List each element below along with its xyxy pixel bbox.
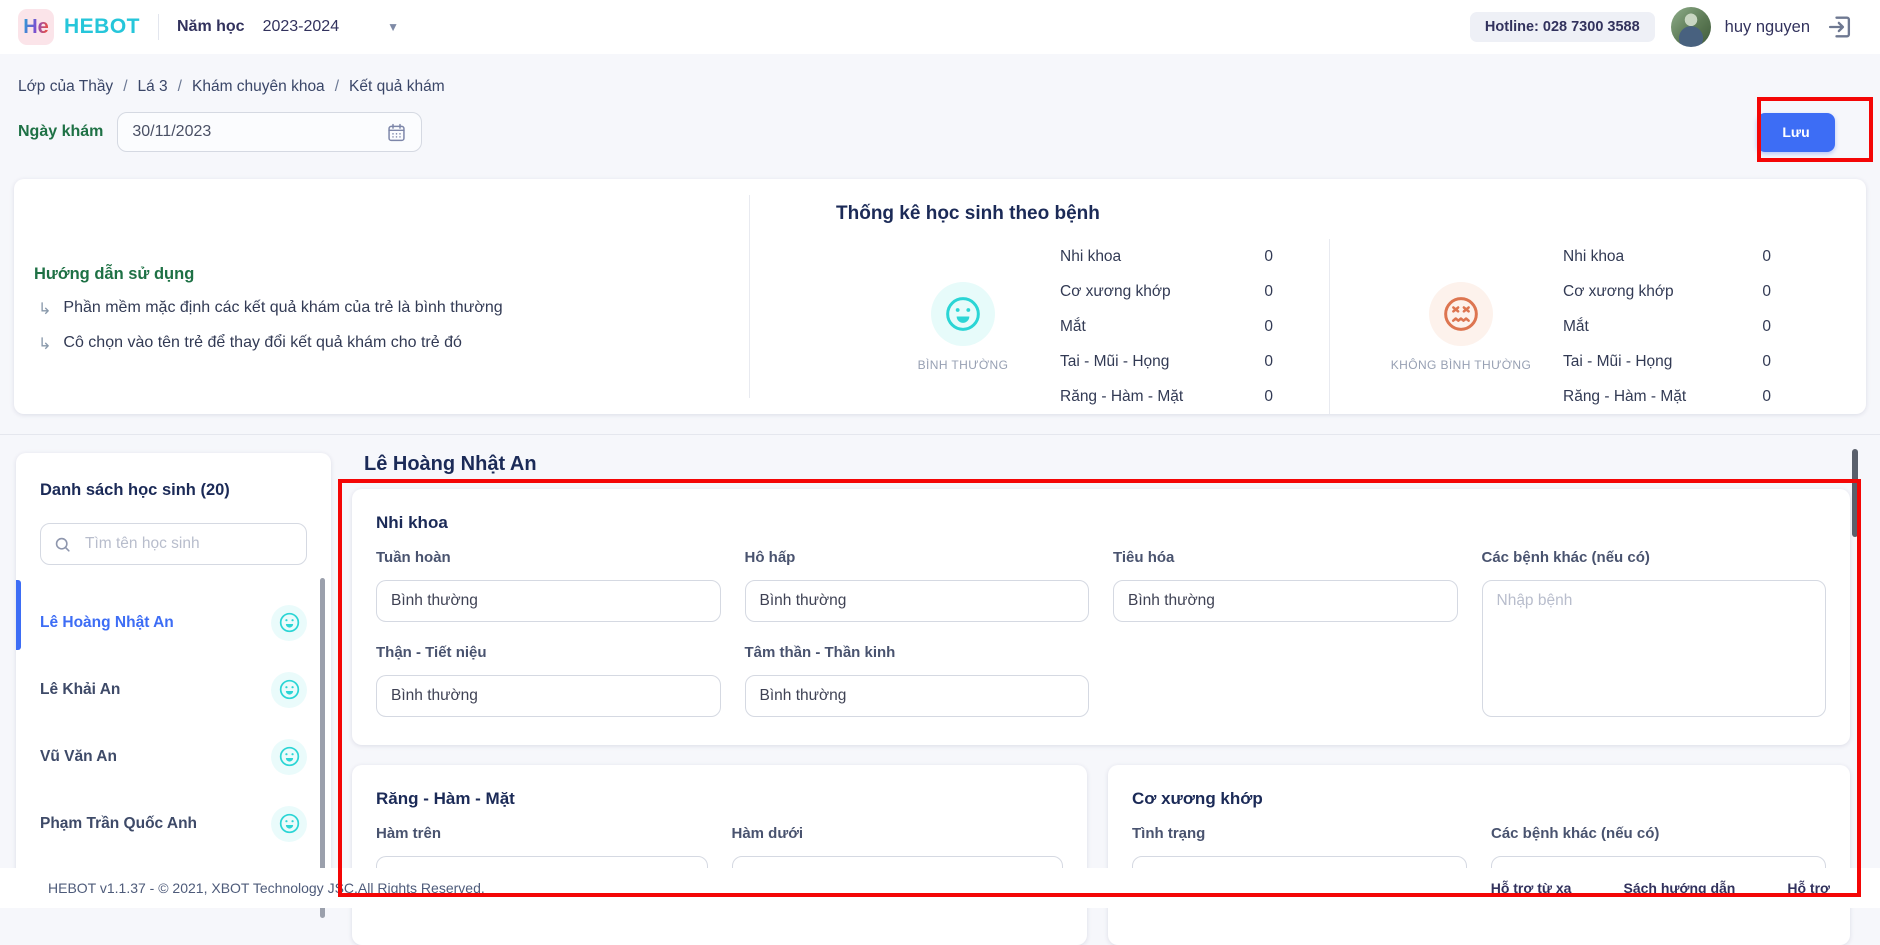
abnormal-label: KHÔNG BÌNH THƯỜNG — [1391, 358, 1531, 372]
ho-hap-input[interactable] — [745, 580, 1090, 622]
guide-item-text: Cô chọn vào tên trẻ để thay đổi kết quả … — [63, 334, 461, 354]
exam-date-label: Ngày khám — [18, 123, 103, 141]
footer: HEBOT v1.1.37 - © 2021, XBOT Technology … — [0, 868, 1880, 908]
tieu-hoa-input[interactable] — [1113, 580, 1458, 622]
breadcrumb: Lớp của Thầy / Lá 3 / Khám chuyên khoa /… — [18, 78, 1880, 96]
breadcrumb-item-class[interactable]: Lá 3 — [138, 78, 168, 96]
manual-link[interactable]: Sách hướng dẫn — [1623, 880, 1735, 896]
student-item[interactable]: Vũ Văn An — [40, 723, 307, 790]
year-label: Năm học — [177, 18, 245, 36]
field-tam-than-than-kinh: Tâm thần - Thần kinh — [745, 644, 1090, 717]
exam-date-field[interactable] — [117, 112, 422, 152]
save-button[interactable]: Lưu — [1757, 113, 1835, 152]
student-item[interactable]: Lê Hoàng Nhật An — [40, 589, 307, 656]
return-arrow-icon: ↳ — [38, 299, 51, 319]
usage-guide: Hướng dẫn sử dụng ↳ Phần mềm mặc định cá… — [14, 179, 749, 414]
stat-row: Mắt0 — [1563, 309, 1771, 344]
disease-stats: Thống kê học sinh theo bệnh BÌNH THƯỜNG … — [750, 179, 1866, 414]
than-tiet-nieu-input[interactable] — [376, 675, 721, 717]
cac-benh-khac-textarea[interactable] — [1482, 580, 1827, 717]
frown-face-icon — [1429, 282, 1493, 346]
sidebar-scrollbar[interactable] — [320, 578, 325, 918]
stat-row: Cơ xương khớp0 — [1060, 274, 1273, 309]
breadcrumb-item-current: Kết quả khám — [349, 78, 445, 96]
field-tieu-hoa: Tiêu hóa — [1113, 549, 1458, 622]
co-xuong-khop-card: Cơ xương khớp Tình trạng Các bệnh khác (… — [1108, 765, 1850, 945]
field-cac-benh-khac: Các bệnh khác (nếu có) — [1482, 549, 1827, 717]
student-search-input[interactable] — [85, 535, 294, 553]
student-item[interactable]: Lê Khải An — [40, 656, 307, 723]
hebot-logo-icon: He — [18, 9, 54, 45]
guide-item-text: Phần mềm mặc định các kết quả khám của t… — [63, 299, 502, 319]
school-year-select[interactable]: 2023-2024 ▼ — [263, 18, 399, 36]
hotline-badge: Hotline: 028 7300 3588 — [1470, 12, 1655, 42]
smile-status-icon — [271, 739, 307, 775]
guide-title: Hướng dẫn sử dụng — [34, 265, 749, 284]
breadcrumb-separator: / — [178, 78, 182, 96]
smile-status-icon — [271, 806, 307, 842]
section-title: Cơ xương khớp — [1132, 789, 1826, 809]
field-ho-hap: Hô hấp — [745, 549, 1090, 622]
section-title: Nhi khoa — [376, 513, 1826, 533]
guide-item: ↳ Cô chọn vào tên trẻ để thay đổi kết qu… — [34, 334, 749, 354]
stats-group-abnormal: KHÔNG BÌNH THƯỜNG Nhi khoa0 Cơ xương khớ… — [1330, 239, 1853, 414]
student-search-field[interactable] — [40, 523, 307, 565]
guide-stats-card: Hướng dẫn sử dụng ↳ Phần mềm mặc định cá… — [14, 179, 1866, 414]
smile-status-icon — [271, 672, 307, 708]
guide-item: ↳ Phần mềm mặc định các kết quả khám của… — [34, 299, 749, 319]
calendar-icon[interactable] — [386, 122, 407, 143]
username[interactable]: huy nguyen — [1725, 18, 1810, 37]
stats-group-normal: BÌNH THƯỜNG Nhi khoa0 Cơ xương khớp0 Mắt… — [750, 239, 1329, 414]
chevron-down-icon: ▼ — [387, 20, 399, 34]
active-indicator-bar — [16, 580, 21, 650]
smile-face-icon — [931, 282, 995, 346]
copyright-text: HEBOT v1.1.37 - © 2021, XBOT Technology … — [48, 880, 485, 896]
search-icon — [53, 535, 72, 554]
student-item[interactable]: Phạm Trần Quốc Anh — [40, 790, 307, 857]
student-list-title: Danh sách học sinh (20) — [40, 481, 307, 500]
stats-title: Thống kê học sinh theo bệnh — [836, 203, 1866, 225]
date-toolbar: Ngày khám Lưu — [18, 112, 1862, 152]
support-link[interactable]: Hỗ trợ — [1787, 880, 1830, 896]
tuan-hoan-input[interactable] — [376, 580, 721, 622]
breadcrumb-separator: / — [123, 78, 127, 96]
student-list: Lê Hoàng Nhật An Lê Khải An Vũ Văn An Ph… — [40, 589, 307, 857]
stat-row: Cơ xương khớp0 — [1563, 274, 1771, 309]
stat-row: Răng - Hàm - Mặt0 — [1060, 379, 1273, 414]
exam-date-input[interactable] — [132, 123, 386, 141]
header-divider — [158, 14, 159, 40]
selected-student-name: Lê Hoàng Nhật An — [364, 453, 1850, 476]
stat-row: Răng - Hàm - Mặt0 — [1563, 379, 1771, 414]
tam-than-than-kinh-input[interactable] — [745, 675, 1090, 717]
stat-row: Nhi khoa0 — [1563, 239, 1771, 274]
normal-label: BÌNH THƯỜNG — [918, 358, 1009, 372]
field-than-tiet-nieu: Thận - Tiết niệu — [376, 644, 721, 717]
app-header: He HEBOT Năm học 2023-2024 ▼ Hotline: 02… — [0, 0, 1880, 54]
remote-support-link[interactable]: Hỗ trợ từ xa — [1491, 880, 1572, 896]
rang-ham-mat-card: Răng - Hàm - Mặt Hàm trên Hàm dưới — [352, 765, 1087, 945]
stat-row: Nhi khoa0 — [1060, 239, 1273, 274]
smile-status-icon — [271, 605, 307, 641]
return-arrow-icon: ↳ — [38, 334, 51, 354]
stat-row: Tai - Mũi - Họng0 — [1563, 344, 1771, 379]
breadcrumb-item-specialist-exam[interactable]: Khám chuyên khoa — [192, 78, 325, 96]
breadcrumb-item-class-list[interactable]: Lớp của Thầy — [18, 78, 113, 96]
student-list-panel: Danh sách học sinh (20) Lê Hoàng Nhật An… — [16, 453, 331, 903]
brand-name: HEBOT — [64, 15, 140, 39]
field-tuan-hoan: Tuần hoàn — [376, 549, 721, 622]
breadcrumb-separator: / — [335, 78, 339, 96]
avatar[interactable] — [1671, 7, 1711, 47]
section-title: Răng - Hàm - Mặt — [376, 789, 1063, 809]
nhi-khoa-card: Nhi khoa Tuần hoàn Hô hấp Tiêu hóa Các b… — [352, 489, 1850, 745]
school-year-value: 2023-2024 — [263, 18, 340, 36]
logout-icon[interactable] — [1826, 13, 1854, 41]
main-scrollbar[interactable] — [1852, 449, 1858, 537]
stat-row: Tai - Mũi - Họng0 — [1060, 344, 1273, 379]
stat-row: Mắt0 — [1060, 309, 1273, 344]
